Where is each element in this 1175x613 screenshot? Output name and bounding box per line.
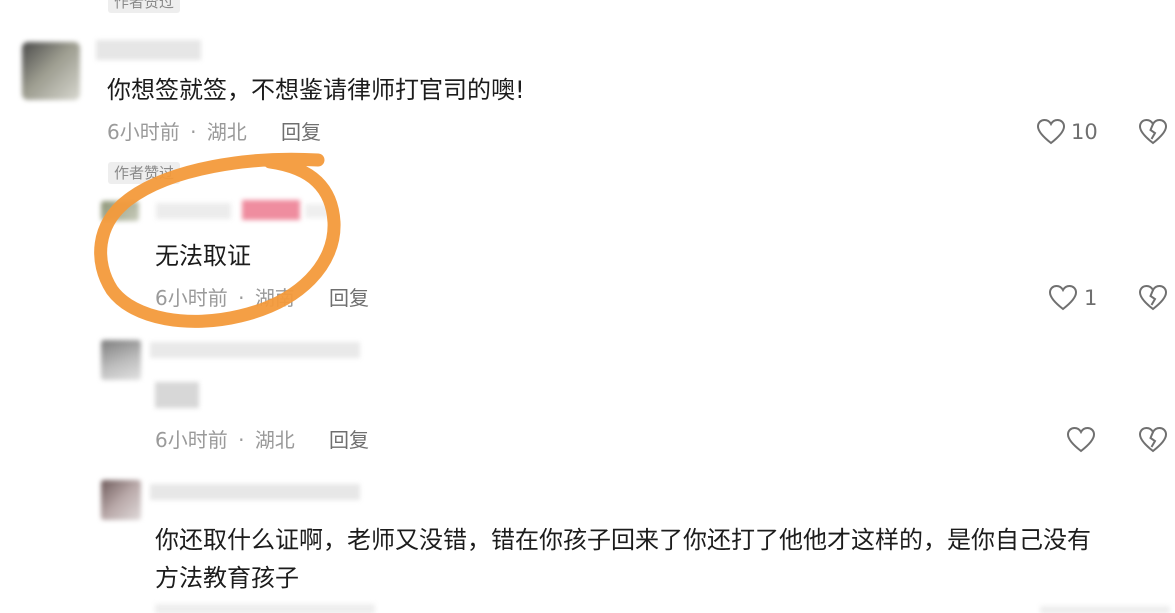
username-redacted[interactable] — [150, 484, 360, 500]
comment-text-redacted — [155, 382, 199, 408]
comment-list: 作者赞过 你想签就签，不想鉴请律师打官司的噢! 6小时前 · 湖北 回复 10 … — [0, 0, 1175, 613]
comment-text-line: 方法教育孩子 — [155, 564, 299, 592]
action-icons-cropped — [1040, 606, 1170, 613]
comment-text-line: 你还取什么证啊，老师又没错，错在你孩子回来了你还打了他他才这样的，是你自己没有 — [155, 526, 1091, 554]
avatar[interactable] — [101, 340, 141, 380]
meta-separator: · — [238, 428, 245, 452]
comment-time: 6小时前 — [155, 428, 228, 452]
heart-outline-icon[interactable] — [1067, 427, 1095, 453]
highlight-circle-annotation — [94, 152, 341, 328]
username-redacted[interactable] — [150, 342, 360, 358]
comment-meta-cropped — [155, 604, 375, 613]
broken-heart-icon[interactable] — [1139, 427, 1167, 453]
comment-location: 湖北 — [254, 428, 295, 452]
reply-button[interactable]: 回复 — [329, 430, 369, 450]
avatar[interactable] — [101, 480, 141, 520]
comment-meta: 6小时前 · 湖北 — [155, 430, 295, 450]
